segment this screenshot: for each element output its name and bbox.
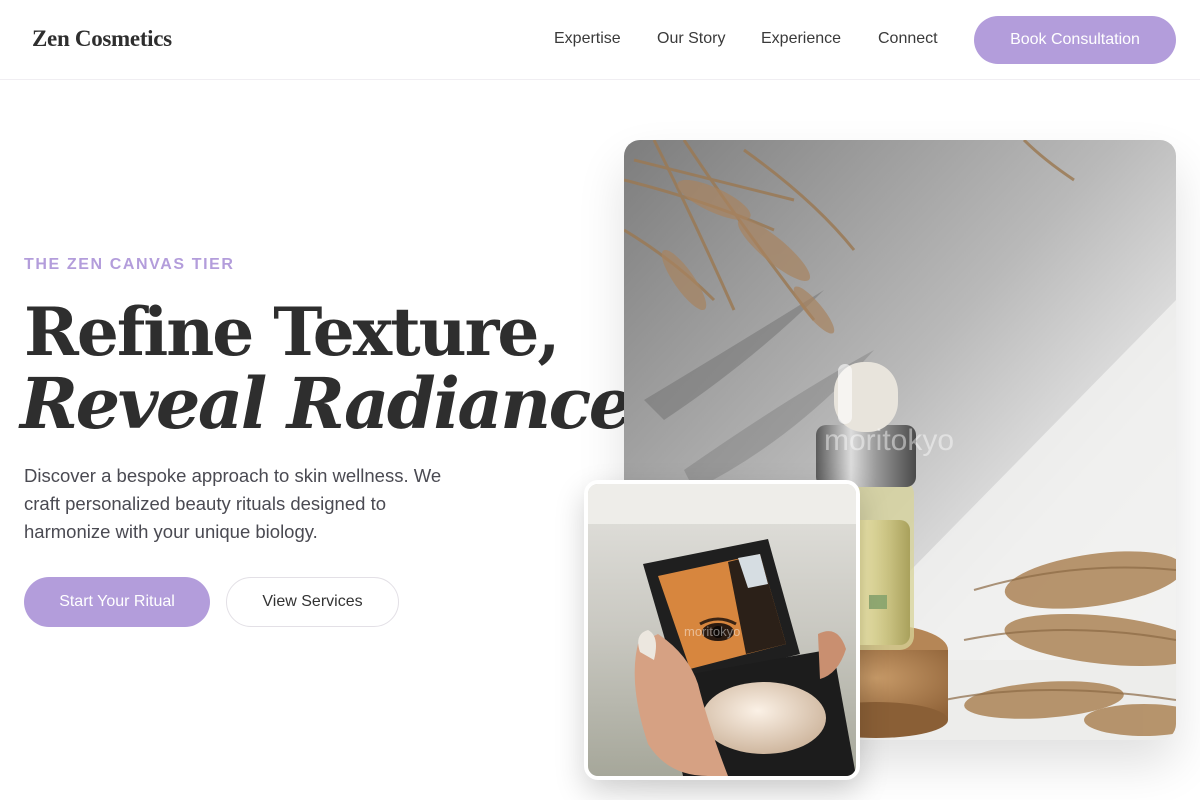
hero-description: Discover a bespoke approach to skin well… [24,465,442,542]
hero-headline: Refine Texture, Reveal Radiance. [20,292,655,439]
site-header: Zen Cosmetics Expertise Our Story Experi… [0,0,1200,80]
hero-inset-image: moritokyo [584,480,860,780]
inset-image-watermark: moritokyo [684,624,741,639]
start-ritual-button[interactable]: Start Your Ritual [24,577,210,627]
headline-line-1: Refine Texture, [24,293,560,371]
nav-item-connect[interactable]: Connect [878,30,938,48]
nav-item-experience[interactable]: Experience [761,30,841,48]
nav-item-expertise[interactable]: Expertise [554,30,621,48]
headline-line-2: Reveal Radiance. [20,362,655,445]
main-image-watermark: moritokyo [824,424,955,457]
nav-item-our-story[interactable]: Our Story [657,30,725,48]
hero-eyebrow: THE ZEN CANVAS TIER [24,256,235,273]
view-services-button[interactable]: View Services [226,577,399,627]
brand-logo[interactable]: Zen Cosmetics [32,26,172,52]
book-consultation-button[interactable]: Book Consultation [974,16,1176,64]
